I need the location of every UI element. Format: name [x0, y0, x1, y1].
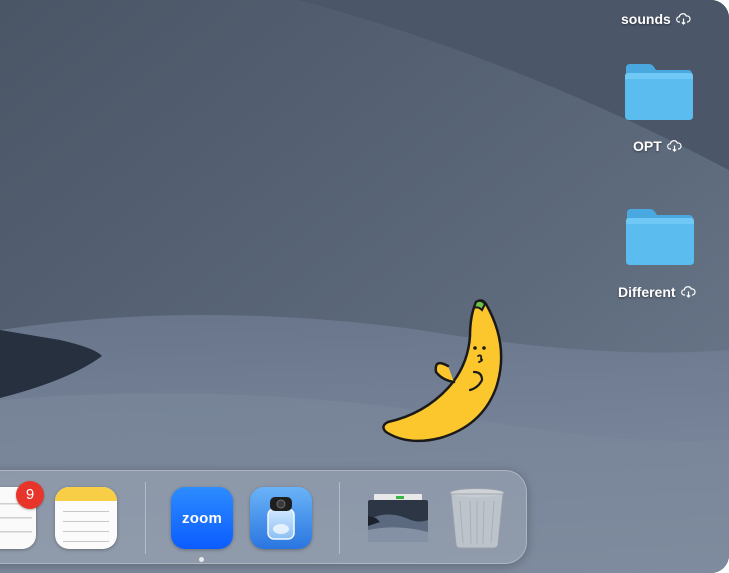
dock-separator: [339, 482, 340, 554]
desktop-item-different[interactable]: Different: [618, 284, 696, 300]
running-indicator: [199, 557, 204, 562]
desktop-item-label: sounds: [621, 11, 671, 27]
desktop: sounds OPT Different 9 zoom: [0, 0, 729, 573]
desktop-item-opt[interactable]: OPT: [633, 138, 682, 154]
trash-icon: [449, 488, 505, 549]
dock-separator: [145, 482, 146, 554]
icloud-download-icon: [666, 140, 682, 152]
banana-sticker-icon[interactable]: [378, 296, 512, 446]
dock-app-notes[interactable]: [55, 487, 117, 549]
dock-app-preview[interactable]: [250, 487, 312, 549]
dock-app-zoom[interactable]: zoom: [171, 487, 233, 549]
desktop-item-sounds[interactable]: sounds: [621, 11, 691, 27]
preview-icon: [250, 487, 312, 549]
desktop-item-label: Different: [618, 284, 676, 300]
dock-app-trash[interactable]: [446, 487, 508, 549]
folder-icon[interactable]: [624, 207, 696, 267]
desktop-item-label: OPT: [633, 138, 662, 154]
dock-stack-downloads[interactable]: [366, 490, 428, 546]
zoom-icon: zoom: [182, 509, 222, 527]
downloads-stack-icon: [368, 494, 428, 542]
icloud-download-icon: [675, 13, 691, 25]
icloud-download-icon: [680, 286, 696, 298]
notification-badge: 9: [16, 481, 44, 509]
folder-icon[interactable]: [623, 62, 695, 122]
